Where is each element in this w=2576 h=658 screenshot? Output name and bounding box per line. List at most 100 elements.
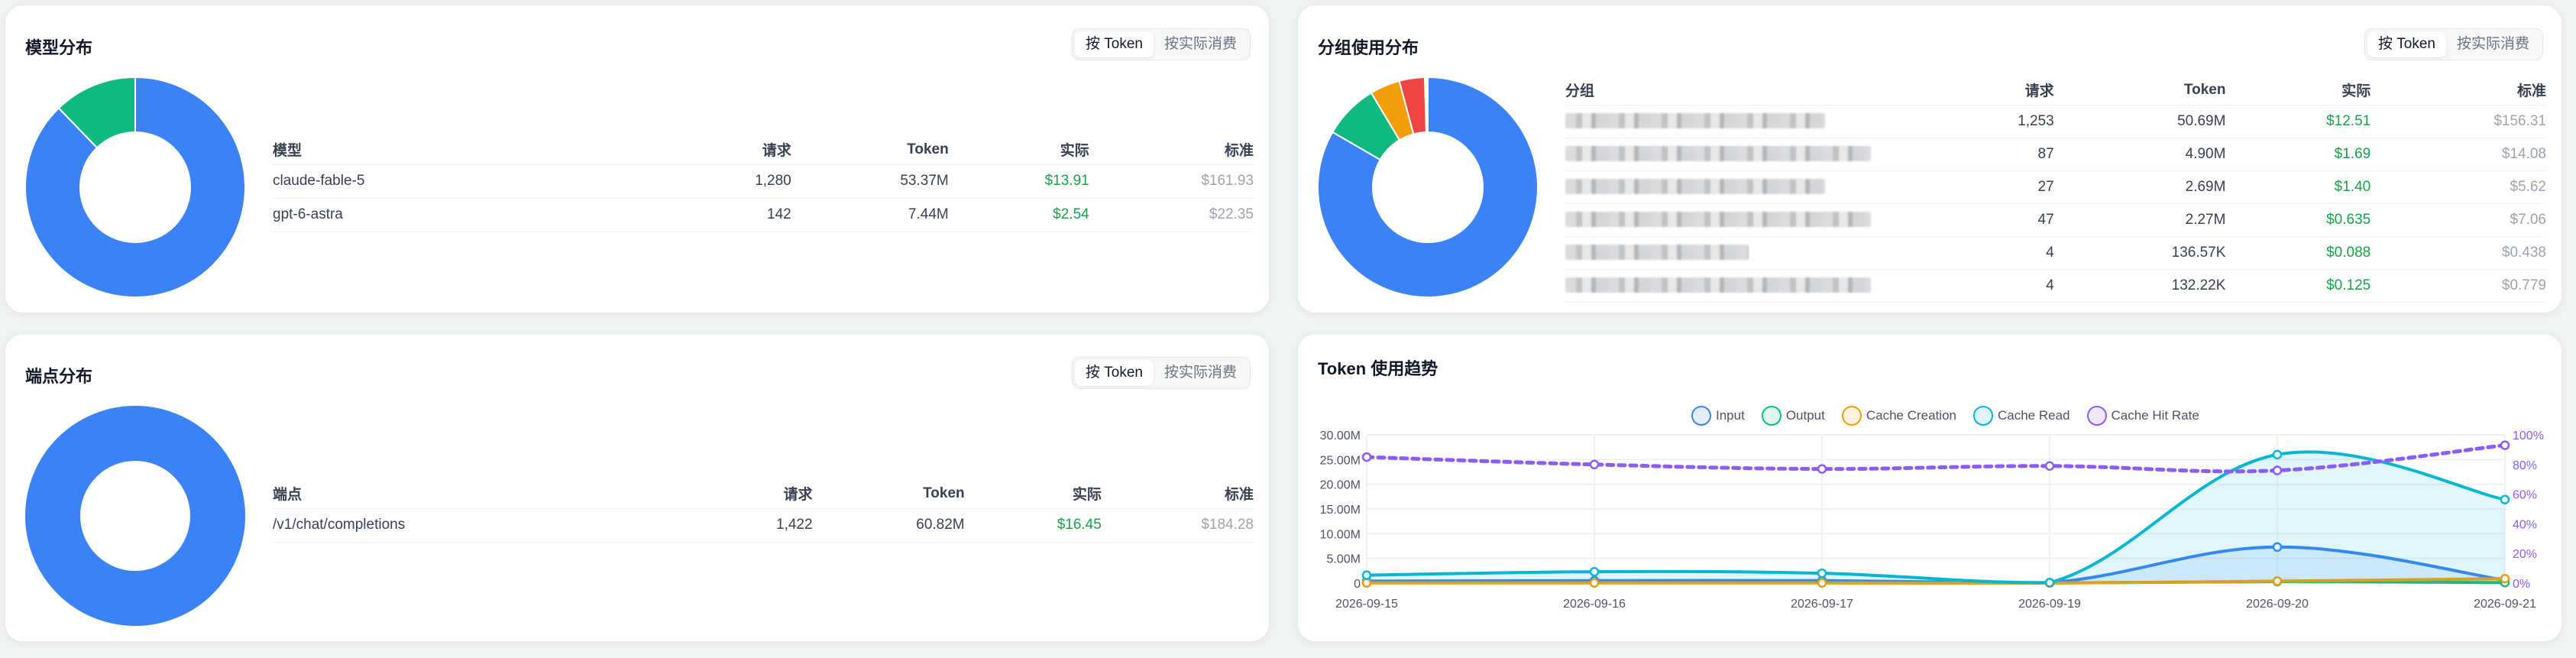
data-point[interactable] [1589, 566, 1600, 577]
toggle-by-token[interactable]: 按 Token [1075, 360, 1154, 386]
data-point[interactable] [2272, 465, 2283, 475]
group-name-redacted [1565, 170, 1947, 204]
name-cell: /v1/chat/completions [273, 508, 676, 543]
x-tick-label: 2026-09-21 [2474, 598, 2536, 611]
standard-cost-cell: $7.06 [2371, 203, 2546, 237]
y2-tick-label: 20% [2513, 548, 2537, 561]
requests-cell: 47 [1947, 203, 2054, 237]
group-name-redacted [1565, 203, 1947, 237]
column-header: 分组 [1565, 76, 1947, 105]
toggle-by-token[interactable]: 按 Token [1075, 31, 1154, 57]
column-header: 标准 [2371, 76, 2546, 105]
requests-cell: 4 [1947, 269, 2054, 303]
toggle-by-cost[interactable]: 按实际消费 [2446, 31, 2540, 57]
standard-cost-cell: $156.31 [2371, 105, 2546, 138]
group-distribution-card: 分组使用分布 按 Token 按实际消费 分组 请求 Token 实际 标准 1,253 5… [1297, 5, 2562, 313]
x-tick-label: 2026-09-17 [1791, 598, 1853, 611]
standard-cost-cell: $161.93 [1089, 164, 1254, 199]
column-header: 请求 [675, 479, 813, 509]
y-tick-label: 0 [1354, 578, 1361, 591]
standard-cost-cell: $0.438 [2371, 236, 2546, 270]
group-name-redacted [1565, 269, 1947, 303]
data-point[interactable] [2500, 494, 2510, 504]
table-row: 1,253 50.69M $12.51 $156.31 [1565, 105, 2546, 138]
data-point[interactable] [1361, 452, 1372, 462]
data-point[interactable] [1817, 568, 1827, 579]
redacted-text [1565, 277, 1871, 293]
actual-cost-cell: $0.635 [2225, 203, 2371, 237]
token-trend-card: Token 使用趋势 Input Output Cache Creation Cach… [1297, 333, 2562, 642]
data-point[interactable] [2044, 578, 2055, 588]
group-name-redacted [1565, 105, 1947, 138]
column-header: 标准 [1101, 479, 1254, 509]
actual-cost-cell: $0.125 [2225, 269, 2371, 303]
model-donut-chart [24, 76, 246, 298]
tokens-cell: 4.90M [2053, 138, 2226, 171]
tokens-cell: 2.27M [2053, 203, 2226, 237]
requests-cell: 1,280 [629, 164, 791, 199]
table-row: /v1/chat/completions 1,422 60.82M $16.45 $18… [273, 508, 1254, 543]
actual-cost-cell: $2.54 [948, 198, 1089, 232]
table-row: 4 136.57K $0.088 $0.438 [1565, 236, 2546, 270]
column-header: 模型 [273, 135, 629, 165]
x-tick-label: 2026-09-16 [1563, 598, 1626, 611]
actual-cost-cell: $1.40 [2225, 170, 2371, 204]
endpoint-card-title: 端点分布 [25, 367, 93, 386]
actual-cost-cell: $12.51 [2225, 105, 2371, 138]
tokens-cell: 60.82M [812, 508, 965, 543]
y2-tick-label: 80% [2513, 459, 2537, 472]
redacted-text [1565, 245, 1749, 261]
requests-cell: 142 [629, 198, 791, 232]
data-point[interactable] [2044, 461, 2055, 471]
endpoint-donut-chart [25, 406, 245, 626]
tokens-cell: 53.37M [791, 164, 949, 199]
data-point[interactable] [1817, 464, 1827, 474]
column-header: Token [812, 479, 965, 509]
table-row: 47 2.27M $0.635 $7.06 [1565, 203, 2546, 237]
group-metric-toggle: 按 Token 按实际消费 [2364, 28, 2543, 60]
table-row: gpt-6-astra 142 7.44M $2.54 $22.35 [273, 198, 1254, 232]
column-header: 实际 [948, 135, 1089, 165]
requests-cell: 1,422 [675, 508, 813, 543]
donut-slice[interactable] [25, 406, 245, 626]
standard-cost-cell: $184.28 [1101, 508, 1254, 543]
y2-tick-label: 100% [2513, 429, 2544, 442]
x-tick-label: 2026-09-20 [2246, 598, 2309, 611]
name-cell: gpt-6-astra [273, 198, 629, 232]
x-tick-label: 2026-09-19 [2018, 598, 2081, 611]
data-point[interactable] [2500, 440, 2510, 450]
standard-cost-cell: $0.779 [2371, 269, 2546, 303]
data-point[interactable] [1361, 570, 1372, 580]
model-card-title: 模型分布 [25, 38, 93, 57]
y-tick-label: 30.00M [1320, 429, 1361, 442]
column-header: 实际 [2225, 76, 2371, 105]
series-area [1367, 452, 2505, 583]
donut-slice[interactable] [1426, 76, 1429, 134]
column-header: 端点 [273, 479, 676, 509]
endpoint-metric-toggle: 按 Token 按实际消费 [1072, 357, 1251, 389]
column-header: 标准 [1089, 135, 1254, 165]
group-name-redacted [1565, 138, 1947, 171]
toggle-by-cost[interactable]: 按实际消费 [1154, 360, 1248, 386]
redacted-text [1565, 146, 1871, 162]
toggle-by-cost[interactable]: 按实际消费 [1154, 31, 1248, 57]
column-header: 实际 [964, 479, 1102, 509]
endpoint-table: 端点 请求 Token 实际 标准/v1/chat/completions 1,422 60… [273, 479, 1254, 543]
group-table: 分组 请求 Token 实际 标准 1,253 50.69M $12.51 $156.31 87 4… [1565, 76, 2546, 303]
x-tick-label: 2026-09-15 [1335, 598, 1398, 611]
model-table: 模型 请求 Token 实际 标准 claude-fable-5 1,280 53.37M $1… [273, 135, 1254, 232]
requests-cell: 27 [1947, 170, 2054, 204]
data-point[interactable] [1589, 459, 1600, 470]
y-tick-label: 15.00M [1320, 504, 1361, 517]
requests-cell: 1,253 [1947, 105, 2054, 138]
data-point[interactable] [2272, 449, 2283, 460]
toggle-by-token[interactable]: 按 Token [2367, 31, 2446, 57]
redacted-text [1565, 113, 1825, 129]
trend-line-chart: 30.00M 25.00M 20.00M 15.00M 10.00M 5.00M 0 100%… [1320, 429, 2544, 611]
tokens-cell: 7.44M [791, 198, 949, 232]
standard-cost-cell: $22.35 [1089, 198, 1254, 232]
standard-cost-cell: $5.62 [2371, 170, 2546, 204]
standard-cost-cell: $14.08 [2371, 138, 2546, 171]
redacted-text [1565, 179, 1825, 195]
actual-cost-cell: $16.45 [964, 508, 1102, 543]
